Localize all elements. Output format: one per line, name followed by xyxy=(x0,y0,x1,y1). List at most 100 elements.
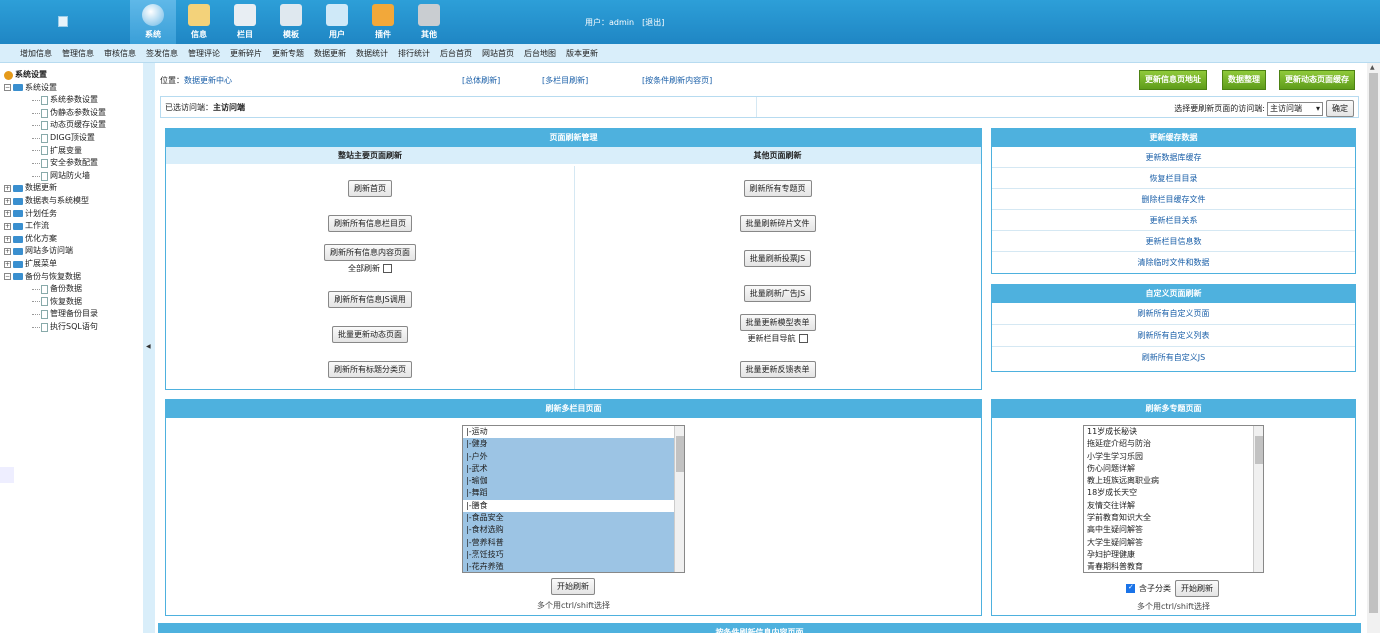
other-refresh-button[interactable]: 批量刷新广告JS xyxy=(743,285,812,302)
tree-item[interactable]: 动态页缓存设置 xyxy=(4,119,143,132)
conditional-refresh-link[interactable]: [按条件刷新内容页] xyxy=(642,75,712,86)
cache-link[interactable]: 更新栏目关系 xyxy=(992,210,1355,231)
multi-column-refresh-link[interactable]: [多栏目刷新] xyxy=(542,75,588,86)
topic-option[interactable]: 18岁成长天空 xyxy=(1084,487,1263,499)
collapse-arrow-icon[interactable]: ◀ xyxy=(146,343,151,350)
topic-option[interactable]: 教上班族远离职业病 xyxy=(1084,475,1263,487)
column-option[interactable]: |-膳食 xyxy=(463,500,674,512)
tree-item[interactable]: 安全参数配置 xyxy=(4,157,143,170)
main-refresh-button[interactable]: 刷新所有标题分类页 xyxy=(328,361,412,378)
topic-listbox[interactable]: 11岁成长秘诀 拖延症介绍与防治 小学生学习乐园 伤心问题详解 教上班族远离职业病 18岁… xyxy=(1083,425,1264,573)
plus-icon[interactable]: + xyxy=(4,248,11,256)
topnav-item-4[interactable]: 用户 xyxy=(314,0,360,44)
confirm-button[interactable]: 确定 xyxy=(1326,100,1354,117)
submenu-item[interactable]: 更新专题 xyxy=(272,48,304,59)
topnav-item-3[interactable]: 模板 xyxy=(268,0,314,44)
plus-icon[interactable]: + xyxy=(4,185,11,193)
topic-option[interactable]: 11岁成长秘诀 xyxy=(1084,426,1263,438)
cache-link[interactable]: 更新数据库缓存 xyxy=(992,147,1355,168)
other-refresh-button[interactable]: 刷新所有专题页 xyxy=(743,180,812,197)
submenu-item[interactable]: 数据统计 xyxy=(356,48,388,59)
column-option[interactable]: |-健身 xyxy=(463,438,674,451)
topic-scroll-thumb[interactable] xyxy=(1255,436,1263,464)
update-dynamic-cache-button[interactable]: 更新动态页面缓存 xyxy=(1279,70,1355,90)
tree-item[interactable]: + 扩展菜单 xyxy=(4,258,143,271)
page-scrollbar[interactable]: ▲ xyxy=(1367,63,1380,633)
topnav-item-0[interactable]: 系统 xyxy=(130,0,176,44)
tree-item[interactable]: 伪静态参数设置 xyxy=(4,107,143,120)
column-option[interactable]: |-花卉养殖 xyxy=(463,561,674,572)
visit-select[interactable]: 主访问端 ▾ xyxy=(1266,101,1323,116)
column-option[interactable]: |-武术 xyxy=(463,462,674,476)
submenu-item[interactable]: 网站首页 xyxy=(482,48,514,59)
logout-link[interactable]: [退出] xyxy=(642,18,664,27)
tree-item[interactable]: − 备份与恢复数据 xyxy=(4,271,143,284)
tree-item[interactable]: − 系统设置 xyxy=(4,82,143,95)
submenu-item[interactable]: 更新碎片 xyxy=(230,48,262,59)
submenu-item[interactable]: 签发信息 xyxy=(146,48,178,59)
submenu-item[interactable]: 增加信息 xyxy=(20,48,52,59)
minus-icon[interactable]: − xyxy=(4,273,11,281)
cache-link[interactable]: 清除临时文件和数据 xyxy=(992,252,1355,273)
tree-item[interactable]: 网站防火墙 xyxy=(4,170,143,183)
page-scroll-thumb[interactable] xyxy=(1369,73,1378,613)
all-refresh-checkbox[interactable] xyxy=(383,264,392,273)
cache-link[interactable]: 删除栏目缓存文件 xyxy=(992,189,1355,210)
plus-icon[interactable]: + xyxy=(4,235,11,243)
column-option[interactable]: |-瑜伽 xyxy=(463,475,674,488)
topic-option[interactable]: 大学生疑问解答 xyxy=(1084,537,1263,549)
other-refresh-button[interactable]: 批量刷新投票JS xyxy=(743,250,812,267)
topic-option[interactable]: 青春期科普教育 xyxy=(1084,561,1263,572)
topic-option[interactable]: 小学生学习乐园 xyxy=(1084,451,1263,463)
topic-option[interactable]: 高中生疑问解答 xyxy=(1084,524,1263,536)
column-option[interactable]: |-户外 xyxy=(463,450,674,463)
topnav-item-1[interactable]: 信息 xyxy=(176,0,222,44)
cache-link[interactable]: 更新栏目信息数 xyxy=(992,231,1355,252)
main-refresh-button[interactable]: 刷新所有信息JS调用 xyxy=(328,291,412,308)
topnav-item-5[interactable]: 插件 xyxy=(360,0,406,44)
topic-option[interactable]: 友情交往详解 xyxy=(1084,500,1263,512)
topnav-item-6[interactable]: 其他 xyxy=(406,0,452,44)
tree-collapse-bar[interactable]: ◀ xyxy=(143,63,155,633)
location-link[interactable]: 数据更新中心 xyxy=(184,76,232,85)
topic-option[interactable]: 拖延症介绍与防治 xyxy=(1084,438,1263,450)
column-option[interactable]: |-食品安全 xyxy=(463,512,674,525)
column-option[interactable]: |-食材选购 xyxy=(463,524,674,537)
submenu-item[interactable]: 后台首页 xyxy=(440,48,472,59)
data-cleanup-button[interactable]: 数据整理 xyxy=(1222,70,1266,90)
nav-update-checkbox[interactable] xyxy=(798,334,808,343)
main-refresh-button[interactable]: 刷新所有信息内容页面 xyxy=(324,244,416,261)
overall-refresh-link[interactable]: [总体刷新] xyxy=(462,75,500,86)
tree-item[interactable]: + 计划任务 xyxy=(4,208,143,221)
tree-item[interactable]: + 数据更新 xyxy=(4,182,143,195)
tree-root[interactable]: 系统设置 xyxy=(4,69,143,82)
minus-icon[interactable]: − xyxy=(4,84,11,92)
submenu-item[interactable]: 排行统计 xyxy=(398,48,430,59)
topic-start-button[interactable]: 开始刷新 xyxy=(1175,580,1219,597)
column-option[interactable]: |-舞蹈 xyxy=(463,487,674,500)
tree-item[interactable]: 管理备份目录 xyxy=(4,308,143,321)
submenu-item[interactable]: 管理信息 xyxy=(62,48,94,59)
column-listbox[interactable]: |-运动 |-健身 |-户外 |-武术 |-瑜伽 |-舞蹈 |-膳食 |-食品安全 |-食材选购… xyxy=(462,425,685,573)
submenu-item[interactable]: 版本更新 xyxy=(566,48,598,59)
cache-link[interactable]: 恢复栏目目录 xyxy=(992,168,1355,189)
tree-item[interactable]: 系统参数设置 xyxy=(4,94,143,107)
tree-item[interactable]: + 网站多访问端 xyxy=(4,245,143,258)
column-option[interactable]: |-运动 xyxy=(463,426,674,438)
other-refresh-button[interactable]: 批量更新模型表单 xyxy=(739,314,816,331)
column-start-button[interactable]: 开始刷新 xyxy=(551,578,595,595)
submenu-item[interactable]: 数据更新 xyxy=(314,48,346,59)
submenu-item[interactable]: 后台地图 xyxy=(524,48,556,59)
topic-option[interactable]: 孕妇护理健康 xyxy=(1084,549,1263,561)
column-option[interactable]: |-营养科普 xyxy=(463,536,674,549)
main-refresh-button[interactable]: 刷新首页 xyxy=(348,180,392,197)
tree-item[interactable]: DIGG顶设置 xyxy=(4,132,143,145)
plus-icon[interactable]: + xyxy=(4,222,11,230)
scroll-up-icon[interactable]: ▲ xyxy=(1370,64,1375,71)
tree-item[interactable]: + 工作流 xyxy=(4,220,143,233)
tree-item[interactable]: + 优化方案 xyxy=(4,233,143,246)
tree-item[interactable]: + 数据表与系统模型 xyxy=(4,195,143,208)
custom-link[interactable]: 刷新所有自定义列表 xyxy=(992,325,1355,347)
tree-item[interactable]: 扩展变量 xyxy=(4,145,143,158)
submenu-item[interactable]: 审核信息 xyxy=(104,48,136,59)
